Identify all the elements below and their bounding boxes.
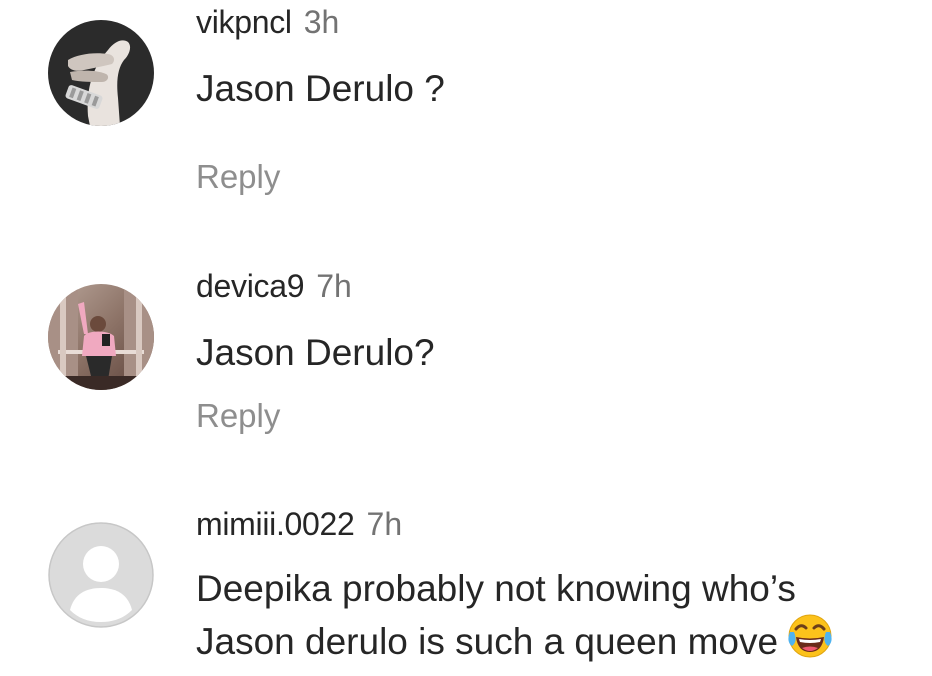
- comment-text: Deepika probably not knowing who’s Jason…: [196, 566, 916, 671]
- avatar[interactable]: [48, 284, 154, 390]
- username[interactable]: vikpncl: [196, 4, 292, 40]
- timestamp: 7h: [316, 268, 352, 304]
- timestamp: 7h: [366, 506, 403, 542]
- face-with-tears-of-joy-icon: [786, 612, 834, 671]
- reply-button[interactable]: Reply: [196, 396, 280, 436]
- comment-item: vikpncl 3h Jason Derulo ? Reply: [0, 0, 932, 240]
- comment-header: mimiii.0022 7h: [196, 504, 402, 544]
- comment-text-line-content: Jason derulo is such a queen move: [196, 621, 779, 662]
- comment-text-line: Deepika probably not knowing who’s: [196, 568, 796, 609]
- comment-text-line: Jason derulo is such a queen move: [196, 612, 916, 671]
- timestamp: 3h: [303, 4, 340, 40]
- comment-text: Jason Derulo ?: [196, 68, 445, 109]
- username[interactable]: mimiii.0022: [196, 506, 355, 542]
- comment-header: devica9 7h: [196, 266, 352, 306]
- avatar[interactable]: [48, 522, 154, 628]
- comment-header: vikpncl 3h: [196, 2, 339, 42]
- holding-hands-avatar-icon: [48, 20, 154, 126]
- reply-button[interactable]: Reply: [196, 157, 280, 197]
- comment-text: Jason Derulo?: [196, 332, 435, 373]
- mirror-selfie-avatar-icon: [48, 284, 154, 390]
- avatar[interactable]: [48, 20, 154, 126]
- default-profile-avatar-icon: [48, 522, 154, 628]
- username[interactable]: devica9: [196, 268, 305, 304]
